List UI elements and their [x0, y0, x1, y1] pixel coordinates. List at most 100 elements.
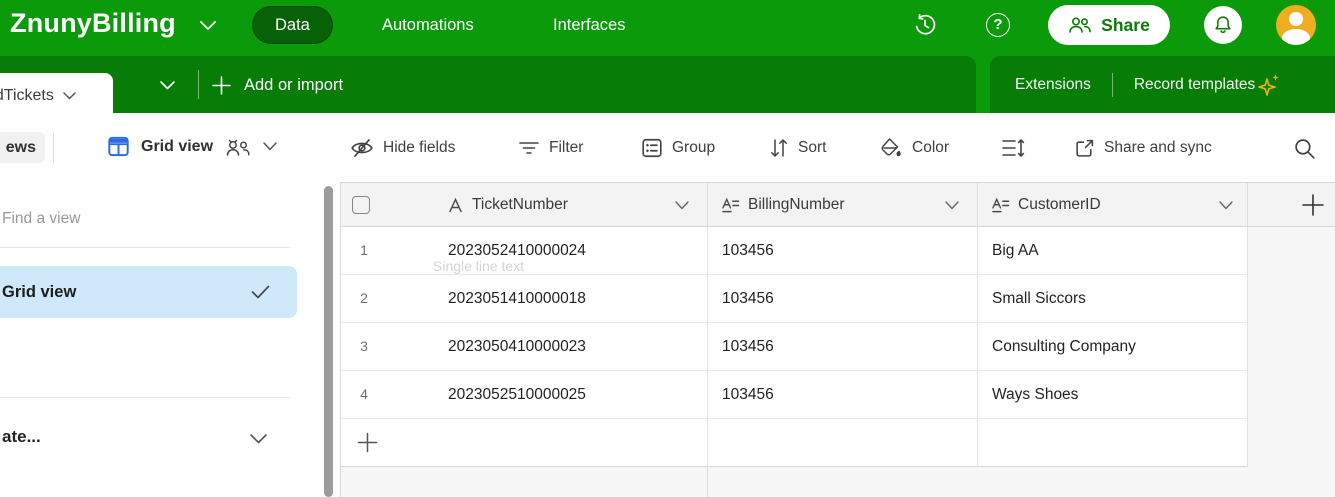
row-height-icon	[1001, 137, 1025, 159]
add-or-import-button[interactable]: Add or import	[212, 68, 343, 102]
app-title[interactable]: ZnunyBilling	[10, 8, 176, 39]
current-view-button[interactable]: Grid view	[107, 135, 277, 158]
table-tab-bar: edTickets Add or import Extensions Recor…	[0, 50, 1335, 113]
table-tab-label: edTickets	[0, 87, 54, 105]
data-grid: TicketNumber BillingNumber	[340, 182, 1335, 497]
eye-off-icon	[350, 137, 374, 159]
cell-ticketnumber[interactable]: 2023050410000023	[448, 323, 586, 370]
add-field-button[interactable]	[1301, 193, 1325, 217]
column-name: BillingNumber	[748, 196, 844, 214]
views-toggle-button[interactable]: ews	[0, 132, 45, 163]
app-header: ZnunyBilling Data Automations Interfaces…	[0, 0, 1335, 50]
sidebar-divider	[0, 397, 290, 398]
cell-ticketnumber[interactable]: 2023052410000024	[448, 227, 586, 274]
create-view-button[interactable]: ate...	[2, 427, 41, 447]
sidebar-divider	[0, 247, 290, 248]
notifications-button[interactable]	[1204, 6, 1242, 44]
row-number: 2	[341, 275, 387, 322]
cell-customerid[interactable]: Big AA	[992, 227, 1039, 274]
sidebar-item-grid-view[interactable]: Grid view	[0, 266, 297, 318]
share-and-sync-button[interactable]: Share and sync	[1074, 135, 1212, 161]
column-divider[interactable]	[707, 183, 708, 227]
help-icon[interactable]: ?	[986, 13, 1010, 37]
cell-ticketnumber[interactable]: 2023051410000018	[448, 275, 586, 322]
table-tab-strip: edTickets Add or import	[0, 56, 976, 113]
cell-billingnumber[interactable]: 103456	[722, 371, 774, 418]
cell-customerid[interactable]: Small Siccors	[992, 275, 1086, 322]
long-text-icon	[721, 197, 740, 214]
group-button[interactable]: Group	[641, 135, 715, 161]
column-chevron-down-icon[interactable]	[1219, 201, 1233, 210]
table-row[interactable]: 2 2023051410000018 103456 Small Siccors	[341, 275, 1247, 323]
people-icon	[1068, 15, 1092, 35]
single-line-text-icon	[447, 197, 464, 214]
nav-tab-interfaces[interactable]: Interfaces	[531, 6, 647, 44]
select-all-checkbox[interactable]	[352, 196, 370, 214]
record-templates-button[interactable]: Record templates	[1134, 72, 1282, 98]
sort-button[interactable]: Sort	[769, 135, 826, 161]
avatar-person-icon	[1289, 12, 1303, 26]
sort-arrows-icon	[769, 137, 789, 159]
plus-icon	[357, 432, 378, 453]
sort-label: Sort	[798, 139, 826, 157]
nav-tab-automations[interactable]: Automations	[360, 6, 496, 44]
filter-icon	[518, 139, 540, 157]
tab-list-chevron-down-icon[interactable]	[160, 81, 175, 90]
extensions-button[interactable]: Extensions	[1015, 76, 1091, 94]
grid-column-line	[1247, 227, 1248, 467]
cell-billingnumber[interactable]: 103456	[722, 323, 774, 370]
cell-ticketnumber[interactable]: 2023052510000025	[448, 371, 586, 418]
column-chevron-down-icon[interactable]	[675, 201, 689, 210]
history-icon[interactable]	[913, 13, 937, 37]
frozen-column-line	[707, 467, 708, 497]
column-divider[interactable]	[977, 183, 978, 227]
row-height-button[interactable]	[1001, 135, 1025, 161]
grid-column-line	[707, 227, 708, 467]
cell-customerid[interactable]: Consulting Company	[992, 323, 1136, 370]
share-button-label: Share	[1101, 15, 1150, 36]
cell-billingnumber[interactable]: 103456	[722, 275, 774, 322]
row-number: 1	[341, 227, 387, 274]
table-tab-chevron-down-icon[interactable]	[63, 92, 76, 100]
column-name: CustomerID	[1018, 196, 1101, 214]
color-button[interactable]: Color	[879, 135, 949, 161]
share-and-sync-label: Share and sync	[1104, 139, 1212, 157]
collaborators-icon	[224, 137, 252, 157]
table-row[interactable]: 4 2023052510000025 103456 Ways Shoes	[341, 371, 1247, 419]
column-chevron-down-icon[interactable]	[945, 201, 959, 210]
long-text-icon	[991, 197, 1010, 214]
create-chevron-down-icon[interactable]	[250, 434, 267, 444]
add-row-button[interactable]	[341, 419, 1247, 467]
table-row[interactable]: 1 2023052410000024 103456 Big AA	[341, 227, 1247, 275]
table-row[interactable]: 3 2023050410000023 103456 Consulting Com…	[341, 323, 1247, 371]
external-link-icon	[1074, 138, 1095, 159]
hide-fields-button[interactable]: Hide fields	[350, 135, 455, 161]
cell-customerid[interactable]: Ways Shoes	[992, 371, 1078, 418]
bell-icon	[1212, 14, 1234, 36]
color-label: Color	[912, 139, 949, 157]
app-window: ZnunyBilling Data Automations Interfaces…	[0, 0, 1335, 497]
checkmark-icon	[251, 285, 270, 299]
grid-view-icon	[107, 135, 130, 158]
column-header-ticketnumber[interactable]: TicketNumber	[447, 183, 568, 227]
nav-tab-data[interactable]: Data	[252, 6, 333, 44]
sidebar-scrollbar[interactable]	[324, 186, 333, 497]
column-header-billingnumber[interactable]: BillingNumber	[721, 183, 844, 227]
grid-header-row: TicketNumber BillingNumber	[341, 182, 1335, 227]
add-or-import-label: Add or import	[244, 76, 343, 95]
app-title-chevron-down-icon[interactable]	[200, 21, 216, 30]
search-button[interactable]	[1293, 135, 1316, 161]
view-toolbar: ews Grid view	[0, 113, 1335, 182]
filter-button[interactable]: Filter	[518, 135, 583, 161]
column-header-customerid[interactable]: CustomerID	[991, 183, 1101, 227]
share-button[interactable]: Share	[1048, 5, 1170, 45]
grid-column-line	[977, 227, 978, 467]
tab-strip-divider	[198, 70, 199, 99]
find-view-search-input[interactable]: Find a view	[2, 210, 80, 228]
column-divider[interactable]	[1247, 183, 1248, 227]
hide-fields-label: Hide fields	[383, 139, 455, 157]
avatar[interactable]	[1276, 5, 1316, 45]
cell-billingnumber[interactable]: 103456	[722, 227, 774, 274]
paint-bucket-icon	[879, 136, 903, 160]
view-chevron-down-icon[interactable]	[263, 142, 277, 151]
